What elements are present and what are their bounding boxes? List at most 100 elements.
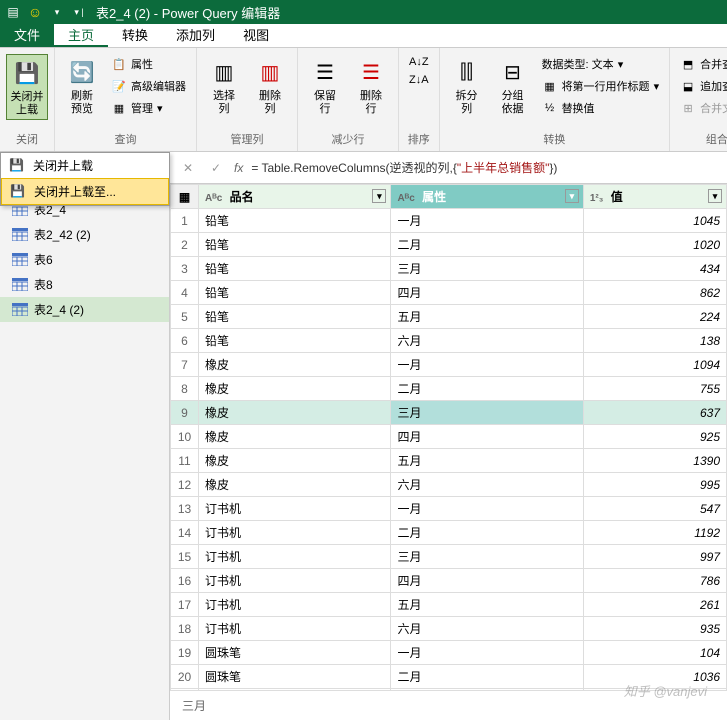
cell[interactable]: 订书机 (199, 593, 391, 617)
table-row[interactable]: 9橡皮三月637 (171, 401, 727, 425)
cell[interactable]: 755 (583, 377, 726, 401)
cell[interactable]: 547 (583, 497, 726, 521)
row-number[interactable]: 1 (171, 209, 199, 233)
table-row[interactable]: 16订书机四月786 (171, 569, 727, 593)
cell[interactable]: 二月 (391, 377, 583, 401)
cell[interactable]: 六月 (391, 329, 583, 353)
smiley-icon[interactable]: ☺ (26, 3, 44, 21)
data-grid[interactable]: ▦Aᴮᴄ 品名▾Aᴮᴄ 属性▾1²₃ 值▾1铅笔一月10452铅笔二月10203… (170, 184, 727, 690)
properties-button[interactable]: 📋属性 (107, 54, 190, 74)
cell[interactable]: 三月 (391, 257, 583, 281)
column-filter-icon[interactable]: ▾ (708, 189, 722, 203)
formula-accept-button[interactable]: ✓ (206, 161, 226, 175)
cell[interactable]: 1094 (583, 353, 726, 377)
cell[interactable]: 铅笔 (199, 209, 391, 233)
cell[interactable]: 二月 (391, 665, 583, 689)
tab-file[interactable]: 文件 (0, 24, 54, 47)
group-by-button[interactable]: ⊟分组 依据 (492, 54, 534, 118)
cell[interactable]: 二月 (391, 521, 583, 545)
row-number[interactable]: 16 (171, 569, 199, 593)
row-number[interactable]: 20 (171, 665, 199, 689)
row-number[interactable]: 13 (171, 497, 199, 521)
replace-values-button[interactable]: ½替换值 (538, 98, 664, 118)
row-number[interactable]: 7 (171, 353, 199, 377)
cell[interactable]: 一月 (391, 353, 583, 377)
table-row[interactable]: 17订书机五月261 (171, 593, 727, 617)
close-and-load-button[interactable]: 💾 关闭并 上载 (6, 54, 48, 120)
cell[interactable]: 四月 (391, 281, 583, 305)
cell[interactable]: 1390 (583, 449, 726, 473)
row-number[interactable]: 19 (171, 641, 199, 665)
first-row-header-button[interactable]: ▦将第一行用作标题 ▾ (538, 76, 664, 96)
close-load-item[interactable]: 💾 关闭并上载 (1, 153, 169, 178)
cell[interactable]: 224 (583, 305, 726, 329)
sort-asc-button[interactable]: A↓Z (405, 54, 433, 70)
row-number[interactable]: 3 (171, 257, 199, 281)
column-filter-icon[interactable]: ▾ (565, 189, 579, 203)
row-number[interactable]: 6 (171, 329, 199, 353)
datatype-icon[interactable]: 1²₃ (590, 193, 604, 204)
cell[interactable]: 橡皮 (199, 425, 391, 449)
tab-transform[interactable]: 转换 (108, 24, 162, 47)
table-row[interactable]: 10橡皮四月925 (171, 425, 727, 449)
table-row[interactable]: 4铅笔四月862 (171, 281, 727, 305)
cell[interactable]: 997 (583, 545, 726, 569)
cell[interactable]: 786 (583, 569, 726, 593)
cell[interactable]: 一月 (391, 209, 583, 233)
sidebar-query-item[interactable]: 表8 (0, 272, 169, 297)
cell[interactable]: 订书机 (199, 569, 391, 593)
sidebar-query-item[interactable]: 表2_42 (2) (0, 222, 169, 247)
formula-cancel-button[interactable]: ✕ (178, 161, 198, 175)
cell[interactable]: 995 (583, 473, 726, 497)
row-number[interactable]: 15 (171, 545, 199, 569)
cell[interactable]: 六月 (391, 473, 583, 497)
row-number[interactable]: 10 (171, 425, 199, 449)
excel-icon[interactable]: ▤ (4, 3, 22, 21)
row-number[interactable]: 14 (171, 521, 199, 545)
table-row[interactable]: 2铅笔二月1020 (171, 233, 727, 257)
cell[interactable]: 一月 (391, 497, 583, 521)
cell[interactable]: 圆珠笔 (199, 665, 391, 689)
table-row[interactable]: 7橡皮一月1094 (171, 353, 727, 377)
sidebar-query-item[interactable]: 表2_4 (2) (0, 297, 169, 322)
datatype-icon[interactable]: Aᴮᴄ (397, 193, 414, 204)
remove-columns-button[interactable]: ▥删除 列 (249, 54, 291, 118)
cell[interactable]: 一月 (391, 641, 583, 665)
cell[interactable]: 935 (583, 617, 726, 641)
row-number[interactable]: 8 (171, 377, 199, 401)
grid-corner[interactable]: ▦ (171, 185, 199, 209)
cell[interactable]: 五月 (391, 305, 583, 329)
cell[interactable]: 1020 (583, 233, 726, 257)
cell[interactable]: 订书机 (199, 545, 391, 569)
row-number[interactable]: 17 (171, 593, 199, 617)
cell[interactable]: 1192 (583, 521, 726, 545)
table-row[interactable]: 11橡皮五月1390 (171, 449, 727, 473)
column-header[interactable]: Aᴮᴄ 品名▾ (199, 185, 391, 209)
cell[interactable]: 订书机 (199, 617, 391, 641)
cell[interactable]: 637 (583, 401, 726, 425)
tab-view[interactable]: 视图 (229, 24, 283, 47)
tab-home[interactable]: 主页 (54, 24, 108, 47)
cell[interactable]: 铅笔 (199, 329, 391, 353)
datatype-button[interactable]: 数据类型: 文本 ▾ (538, 54, 664, 74)
column-header[interactable]: 1²₃ 值▾ (583, 185, 726, 209)
choose-columns-button[interactable]: ▥选择 列 (203, 54, 245, 118)
datatype-icon[interactable]: Aᴮᴄ (205, 193, 222, 204)
advanced-editor-button[interactable]: 📝高级编辑器 (107, 76, 190, 96)
cell[interactable]: 138 (583, 329, 726, 353)
close-load-to-item[interactable]: 💾 关闭并上载至... (1, 178, 169, 205)
table-row[interactable]: 1铅笔一月1045 (171, 209, 727, 233)
row-number[interactable]: 5 (171, 305, 199, 329)
cell[interactable]: 四月 (391, 569, 583, 593)
table-row[interactable]: 6铅笔六月138 (171, 329, 727, 353)
cell[interactable]: 铅笔 (199, 257, 391, 281)
cell[interactable]: 橡皮 (199, 377, 391, 401)
row-number[interactable]: 9 (171, 401, 199, 425)
cell[interactable]: 橡皮 (199, 401, 391, 425)
cell[interactable]: 三月 (391, 401, 583, 425)
cell[interactable]: 六月 (391, 617, 583, 641)
append-queries-button[interactable]: ⬓追加查询 ▾ (676, 76, 727, 96)
cell[interactable]: 二月 (391, 233, 583, 257)
row-number[interactable]: 2 (171, 233, 199, 257)
cell[interactable]: 铅笔 (199, 305, 391, 329)
